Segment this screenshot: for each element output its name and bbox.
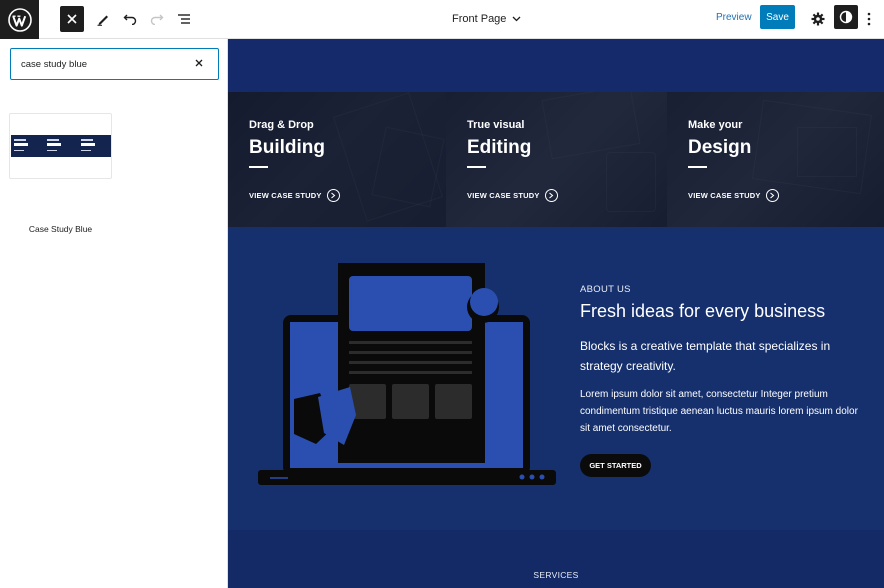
get-started-button[interactable]: GET STARTED <box>580 454 651 477</box>
services-section[interactable]: SERVICES <box>228 530 884 588</box>
about-lead: Blocks is a creative template that speci… <box>580 339 831 373</box>
options-button[interactable] <box>862 6 876 32</box>
more-vertical-icon <box>867 12 871 26</box>
preview-button[interactable]: Preview <box>716 12 752 23</box>
pen-icon <box>97 15 108 26</box>
case-study-link-label: VIEW CASE STUDY <box>467 191 540 200</box>
case-study-link-label: VIEW CASE STUDY <box>249 191 322 200</box>
undo-icon <box>123 14 137 25</box>
block-inserter-panel: Case Study Blue <box>0 39 228 588</box>
divider <box>249 166 268 168</box>
case-study-title: Building <box>249 137 325 158</box>
close-icon <box>195 59 203 67</box>
pattern-result-case-study-blue[interactable] <box>9 113 112 179</box>
view-case-study-link[interactable]: VIEW CASE STUDY <box>467 189 558 202</box>
redo-icon <box>150 14 164 25</box>
case-study-subtitle: True visual <box>467 119 525 131</box>
list-view-button[interactable] <box>173 6 195 32</box>
case-study-title: Design <box>688 137 752 158</box>
half-circle-contrast-icon <box>839 10 853 24</box>
case-study-card[interactable]: True visual Editing VIEW CASE STUDY <box>446 92 667 227</box>
list-view-icon <box>178 14 190 24</box>
pattern-result-label: Case Study Blue <box>28 224 93 234</box>
laptop-illustration <box>258 263 556 485</box>
arrow-right-circle-icon <box>765 189 779 202</box>
case-study-title: Editing <box>467 137 532 158</box>
wordpress-logo-icon[interactable] <box>0 0 39 39</box>
document-title: Front Page <box>452 13 507 25</box>
tools-button[interactable] <box>92 6 114 32</box>
styles-button[interactable] <box>834 5 858 29</box>
redo-button[interactable] <box>146 6 168 32</box>
document-title-dropdown[interactable]: Front Page <box>452 10 521 28</box>
case-study-subtitle: Drag & Drop <box>249 119 314 131</box>
pattern-thumbnail <box>11 135 111 157</box>
about-title: Fresh ideas for every business <box>580 301 826 321</box>
case-study-card[interactable]: Drag & Drop Building VIEW CASE STUDY <box>228 92 446 227</box>
editor-canvas[interactable]: Drag & Drop Building VIEW CASE STUDY Tru… <box>228 39 884 588</box>
undo-button[interactable] <box>119 6 141 32</box>
divider <box>467 166 486 168</box>
case-study-link-label: VIEW CASE STUDY <box>688 191 761 200</box>
divider <box>688 166 707 168</box>
clear-search-button[interactable] <box>192 56 206 70</box>
pattern-search[interactable] <box>10 48 219 80</box>
header-section[interactable] <box>228 39 884 92</box>
gear-icon <box>811 12 825 26</box>
close-icon <box>67 14 77 24</box>
settings-button[interactable] <box>808 6 828 32</box>
chevron-down-icon <box>512 16 521 22</box>
arrow-right-circle-icon <box>544 189 558 202</box>
services-label: SERVICES <box>533 570 579 580</box>
search-input[interactable] <box>21 58 181 70</box>
case-study-card[interactable]: Make your Design VIEW CASE STUDY <box>667 92 884 227</box>
case-study-subtitle: Make your <box>688 119 743 131</box>
about-kicker: ABOUT US <box>580 284 631 295</box>
about-body: Lorem ipsum dolor sit amet, consectetur … <box>580 389 858 434</box>
save-button[interactable]: Save <box>760 5 795 29</box>
editor-header: Front Page Preview Save <box>0 0 884 39</box>
arrow-right-circle-icon <box>326 189 340 202</box>
view-case-study-link[interactable]: VIEW CASE STUDY <box>688 189 779 202</box>
close-inserter-button[interactable] <box>60 6 84 32</box>
case-study-row[interactable]: Drag & Drop Building VIEW CASE STUDY Tru… <box>228 92 884 227</box>
view-case-study-link[interactable]: VIEW CASE STUDY <box>249 189 340 202</box>
about-section[interactable]: ABOUT US Fresh ideas for every business … <box>228 227 884 530</box>
